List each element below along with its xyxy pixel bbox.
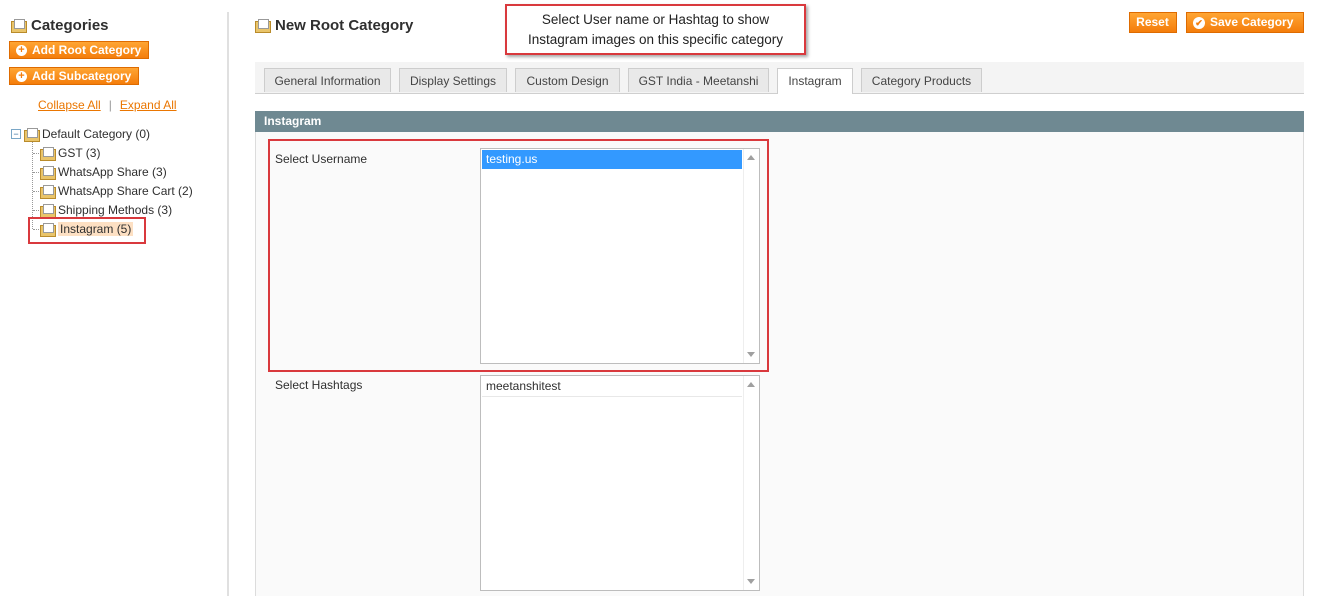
scrollbar[interactable] (743, 376, 759, 590)
check-icon: ✔ (1193, 16, 1205, 29)
tab-label: Custom Design (526, 74, 609, 88)
add-subcategory-label: Add Subcategory (32, 69, 132, 83)
hashtags-multiselect[interactable]: meetanshitest (480, 375, 760, 591)
tree-node-whatsapp-share[interactable]: WhatsApp Share (3) (40, 164, 167, 180)
annotation-callout: Select User name or Hashtag to show Inst… (505, 4, 806, 55)
select-hashtags-label: Select Hashtags (275, 378, 363, 392)
tree-node-root[interactable]: − Default Category (0) (11, 126, 150, 142)
tree-node-label: WhatsApp Share (3) (58, 165, 167, 179)
link-separator: | (108, 98, 112, 112)
add-subcategory-button[interactable]: + Add Subcategory (9, 67, 140, 85)
folder-icon (40, 165, 56, 180)
section-header: Instagram (255, 111, 1304, 132)
folder-icon (24, 127, 40, 142)
folder-icon (11, 19, 27, 33)
tab-label: GST India - Meetanshi (638, 74, 759, 88)
tree-node-whatsapp-share-cart[interactable]: WhatsApp Share Cart (2) (40, 183, 193, 199)
save-category-label: Save Category (1210, 15, 1294, 29)
panel-divider (227, 12, 229, 596)
tab-general-information[interactable]: General Information (264, 68, 391, 92)
tree-node-label: Default Category (0) (42, 127, 151, 141)
tab-instagram[interactable]: Instagram (777, 68, 853, 94)
folder-icon (40, 146, 56, 161)
tree-node-shipping-methods[interactable]: Shipping Methods (3) (40, 202, 172, 218)
collapse-node-icon[interactable]: − (11, 129, 21, 139)
add-root-category-label: Add Root Category (32, 43, 142, 57)
tab-custom-design[interactable]: Custom Design (515, 68, 620, 92)
tree-node-gst[interactable]: GST (3) (40, 145, 100, 161)
tab-label: Display Settings (409, 74, 497, 88)
categories-title: Categories (31, 17, 109, 34)
tree-connector (32, 141, 33, 229)
tree-node-label: GST (3) (58, 146, 101, 160)
reset-button[interactable]: Reset (1129, 12, 1177, 33)
plus-icon: + (16, 70, 27, 82)
callout-text: Select User name or Hashtag to show Inst… (527, 11, 784, 47)
add-root-category-button[interactable]: + Add Root Category (9, 41, 150, 59)
username-highlight (268, 139, 769, 372)
page-title: New Root Category (275, 17, 414, 34)
tab-label: Instagram (788, 74, 842, 88)
page-heading: New Root Category (255, 17, 413, 34)
tab-gst-india[interactable]: GST India - Meetanshi (628, 68, 769, 92)
plus-icon: + (16, 44, 27, 56)
folder-icon (40, 184, 56, 199)
tab-label: Category Products (871, 74, 972, 88)
scroll-down-icon[interactable] (747, 579, 755, 584)
instagram-node-highlight (28, 217, 146, 244)
categories-heading: Categories (11, 17, 109, 34)
folder-icon (40, 203, 56, 218)
tab-category-products[interactable]: Category Products (861, 68, 982, 92)
collapse-all-link[interactable]: Collapse All (38, 98, 101, 112)
reset-label: Reset (1136, 15, 1169, 29)
folder-icon (255, 19, 271, 33)
scroll-up-icon[interactable] (747, 382, 755, 387)
tab-label: General Information (274, 74, 381, 88)
tree-node-label: WhatsApp Share Cart (2) (58, 184, 193, 198)
tree-toggle-links: Collapse All | Expand All (38, 98, 177, 112)
hashtag-option[interactable]: meetanshitest (482, 377, 742, 397)
tree-node-label: Shipping Methods (3) (58, 203, 173, 217)
expand-all-link[interactable]: Expand All (120, 98, 177, 112)
tab-display-settings[interactable]: Display Settings (399, 68, 507, 92)
save-category-button[interactable]: ✔ Save Category (1186, 12, 1304, 33)
